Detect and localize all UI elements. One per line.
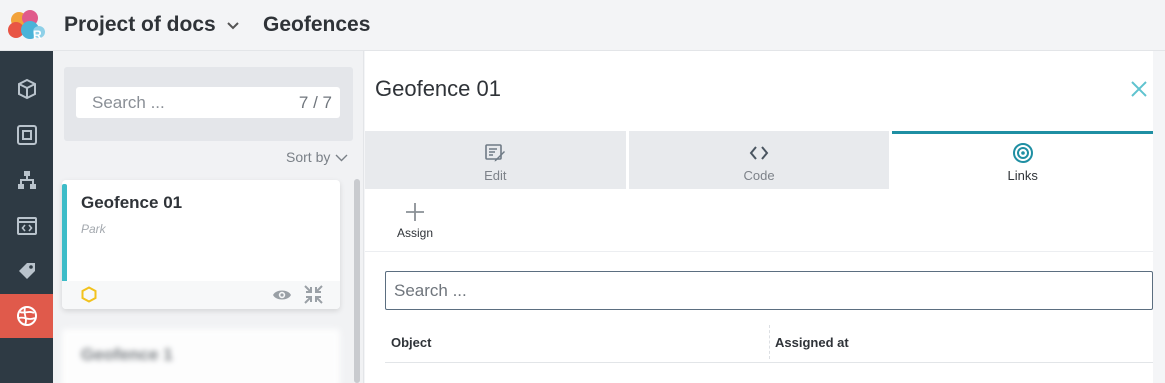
- tab-links-label: Links: [1007, 168, 1038, 183]
- project-selector[interactable]: Project of docs: [64, 13, 240, 37]
- svg-text:R: R: [33, 28, 42, 42]
- top-header: R Project of docs Geofences: [0, 0, 1165, 51]
- list-item-footer: [62, 281, 340, 309]
- hexagon-icon: [81, 286, 97, 303]
- sort-by-label: Sort by: [286, 149, 331, 165]
- sort-by-button[interactable]: Sort by: [286, 149, 348, 165]
- list-scrollbar[interactable]: [354, 179, 360, 383]
- column-header-object[interactable]: Object: [391, 335, 431, 350]
- hierarchy-icon: [17, 171, 36, 189]
- geofence-list-panel: 7 / 7 Sort by Geofence 01 Park Geofence …: [53, 51, 364, 383]
- page-right-edge: [1153, 51, 1165, 383]
- detail-panel: Geofence 01 Edit Code Links Assign Searc…: [365, 51, 1165, 383]
- project-name: Project of docs: [64, 13, 216, 36]
- column-header-assigned-at[interactable]: Assigned at: [775, 335, 849, 350]
- tab-code[interactable]: Code: [628, 131, 893, 189]
- target-icon: [1012, 143, 1033, 163]
- sidebar: [0, 51, 53, 383]
- result-count: 7 / 7: [298, 93, 332, 112]
- chevron-down-icon: [226, 22, 239, 30]
- globe-icon: [16, 306, 37, 326]
- list-search-input[interactable]: [76, 87, 276, 118]
- tab-links[interactable]: Links: [892, 131, 1154, 189]
- code-icon: [749, 146, 769, 160]
- sidebar-item-hierarchy[interactable]: [0, 158, 53, 202]
- sidebar-item-devices[interactable]: [0, 113, 53, 157]
- list-search-field[interactable]: 7 / 7: [76, 87, 340, 118]
- tab-edit[interactable]: Edit: [365, 131, 629, 189]
- sidebar-item-geofences[interactable]: [0, 294, 53, 338]
- cube-icon: [17, 78, 36, 100]
- sidebar-item-things[interactable]: [0, 67, 53, 111]
- app-logo-icon[interactable]: R: [6, 8, 48, 44]
- device-icon: [16, 125, 37, 145]
- links-search-input[interactable]: [386, 272, 1152, 309]
- detail-title: Geofence 01: [375, 76, 501, 101]
- list-item[interactable]: Geofence 1: [62, 329, 340, 383]
- table-header-divider: [385, 362, 1153, 363]
- assign-label: Assign: [396, 226, 434, 240]
- sidebar-item-tags[interactable]: [0, 249, 53, 293]
- close-icon[interactable]: [1129, 79, 1149, 99]
- links-search-field[interactable]: [385, 271, 1153, 310]
- detail-tabs: Edit Code Links: [365, 131, 1154, 189]
- collapse-icon[interactable]: [303, 284, 324, 305]
- chevron-down-icon: [335, 154, 348, 161]
- assign-button[interactable]: Assign: [395, 201, 435, 240]
- tab-edit-label: Edit: [484, 168, 507, 183]
- column-divider[interactable]: [769, 325, 770, 359]
- divider: [365, 251, 1165, 252]
- tag-icon: [18, 263, 35, 279]
- list-search-container: 7 / 7: [64, 67, 353, 141]
- plus-icon: [406, 203, 424, 221]
- page-title: Geofences: [263, 13, 371, 36]
- tab-code-label: Code: [743, 168, 775, 183]
- eye-icon[interactable]: [272, 287, 292, 303]
- code-window-icon: [16, 217, 37, 235]
- list-item[interactable]: Geofence 01 Park: [62, 180, 340, 309]
- list-item-name: Geofence 01: [81, 193, 183, 212]
- sidebar-item-code[interactable]: [0, 204, 53, 248]
- edit-icon: [485, 144, 506, 162]
- list-item-subtitle: Park: [81, 222, 106, 236]
- list-item-name: Geofence 1: [81, 345, 173, 364]
